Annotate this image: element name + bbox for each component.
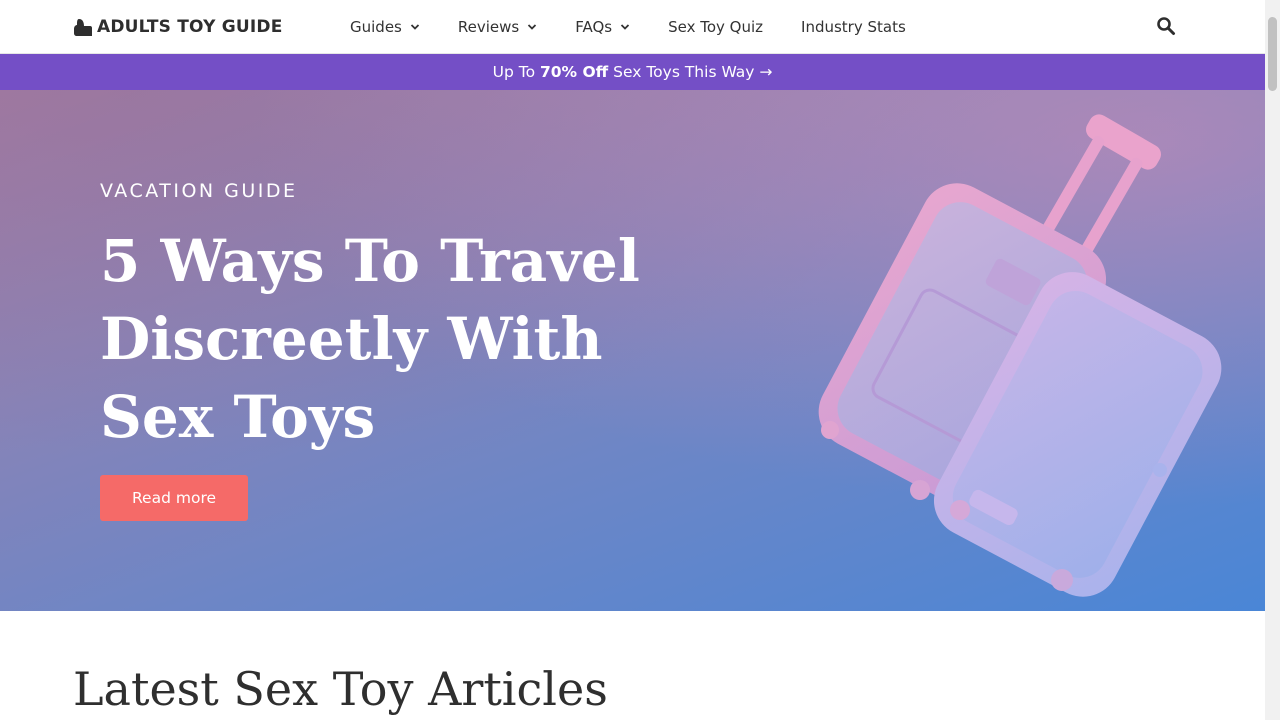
nav-item-sex-toy-quiz[interactable]: Sex Toy Quiz [668, 18, 763, 36]
nav-item-label: Sex Toy Quiz [668, 17, 764, 36]
page-scrollbar[interactable] [1265, 0, 1280, 720]
latest-articles-heading: Latest Sex Toy Articles [73, 662, 608, 716]
promo-suffix: Sex Toys This Way → [608, 63, 773, 81]
hero-banner: VACATION GUIDE 5 Ways To Travel Discreet… [0, 90, 1265, 611]
nav-item-reviews[interactable]: Reviews [458, 18, 537, 36]
chevron-down-icon [528, 23, 537, 30]
promo-prefix: Up To [492, 63, 540, 81]
site-logo[interactable]: ADULTS TOY GUIDE [73, 15, 283, 39]
promo-banner[interactable]: Up To 70% Off Sex Toys This Way → [0, 54, 1265, 90]
hero-title[interactable]: 5 Ways To Travel Discreetly With Sex Toy… [100, 222, 660, 456]
nav-item-faqs[interactable]: FAQs [575, 18, 630, 36]
hero-category: VACATION GUIDE [100, 180, 298, 202]
scrollbar-thumb[interactable] [1268, 17, 1277, 91]
search-icon[interactable] [1156, 16, 1176, 36]
chevron-down-icon [410, 23, 420, 30]
main-nav: Guides Reviews FAQs Sex Toy Quiz Industr… [350, 0, 944, 53]
nav-item-label: FAQs [575, 17, 613, 36]
read-more-button[interactable]: Read more [100, 475, 248, 521]
nav-item-label: Reviews [457, 17, 520, 36]
logo-text: ADULTS TOY GUIDE [97, 17, 283, 37]
nav-item-label: Guides [350, 17, 402, 36]
chevron-down-icon [620, 23, 630, 30]
nav-item-label: Industry Stats [801, 17, 906, 36]
nav-item-guides[interactable]: Guides [350, 18, 420, 36]
promo-highlight: 70% Off [539, 63, 609, 81]
site-header: ADULTS TOY GUIDE Guides Reviews FAQs Sex… [0, 0, 1265, 54]
nav-item-industry-stats[interactable]: Industry Stats [801, 18, 906, 36]
logo-mark-icon [74, 19, 92, 36]
suitcase-image [818, 114, 1222, 597]
